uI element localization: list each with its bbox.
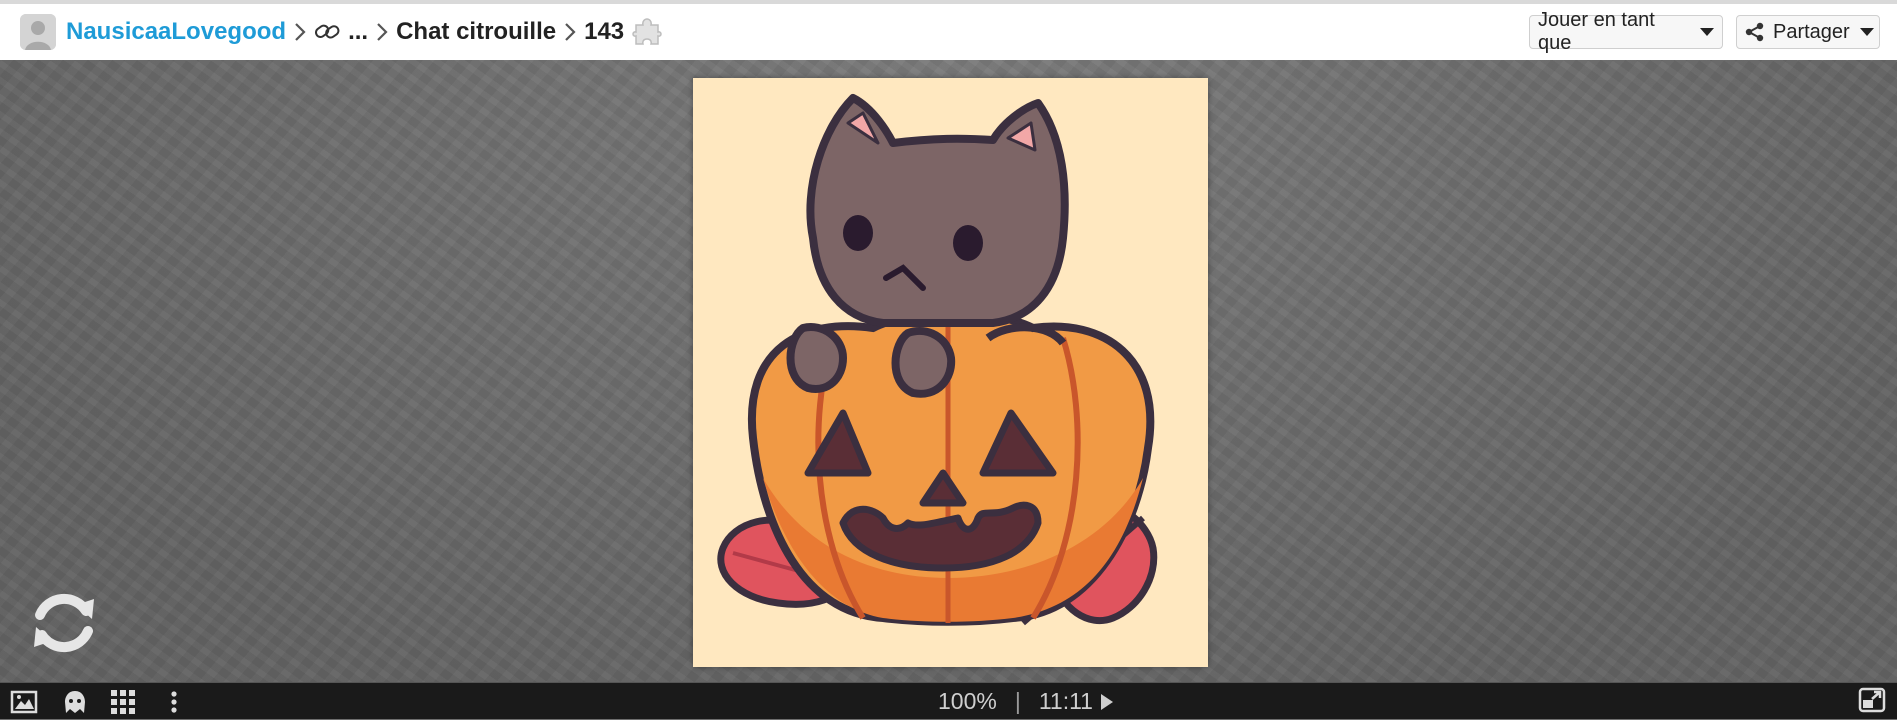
puzzle-image-cat-pumpkin[interactable] xyxy=(693,78,1208,667)
grid-icon[interactable] xyxy=(110,690,136,714)
user-avatar[interactable] xyxy=(20,14,56,50)
puzzle-stage[interactable] xyxy=(0,60,1897,682)
cat-eye-left xyxy=(843,215,873,251)
breadcrumb-ellipsis[interactable]: ... xyxy=(348,18,368,46)
header-bar: NausicaaLovegood ... Chat citrouille 143… xyxy=(0,4,1897,60)
timer: 11:11 xyxy=(1038,688,1093,714)
breadcrumb-collection[interactable]: Chat citrouille xyxy=(396,18,556,46)
breadcrumb: NausicaaLovegood ... Chat citrouille 143 xyxy=(66,4,662,60)
share-dropdown[interactable]: Partager xyxy=(1736,15,1880,49)
cat-eye-right xyxy=(953,225,983,261)
share-label: Partager xyxy=(1773,20,1850,43)
more-vertical-icon[interactable] xyxy=(170,690,178,714)
status-bar: 100% | 11:11 xyxy=(938,683,1113,720)
chevron-right-icon xyxy=(564,22,576,42)
refresh-icon[interactable] xyxy=(26,585,102,661)
puzzle-piece-icon xyxy=(632,17,662,47)
caret-down-icon xyxy=(1700,28,1714,36)
play-icon[interactable] xyxy=(1100,693,1113,710)
caret-down-icon xyxy=(1859,28,1874,36)
image-icon[interactable] xyxy=(10,690,38,714)
fullscreen-icon[interactable] xyxy=(1858,687,1886,713)
ghost-icon[interactable] xyxy=(62,690,88,714)
play-as-dropdown[interactable]: Jouer en tant que xyxy=(1529,9,1723,54)
chevron-right-icon xyxy=(294,22,306,42)
breadcrumb-user-link[interactable]: NausicaaLovegood xyxy=(66,18,286,46)
status-separator: | xyxy=(1014,688,1021,714)
play-as-label: Jouer en tant que xyxy=(1538,9,1655,54)
bottom-toolbar: 100% | 11:11 xyxy=(0,682,1897,719)
share-icon xyxy=(1745,22,1765,42)
piece-count: 143 xyxy=(584,18,625,45)
zoom-level[interactable]: 100% xyxy=(938,688,997,715)
link-icon[interactable] xyxy=(314,21,342,43)
chevron-right-icon xyxy=(376,22,388,42)
